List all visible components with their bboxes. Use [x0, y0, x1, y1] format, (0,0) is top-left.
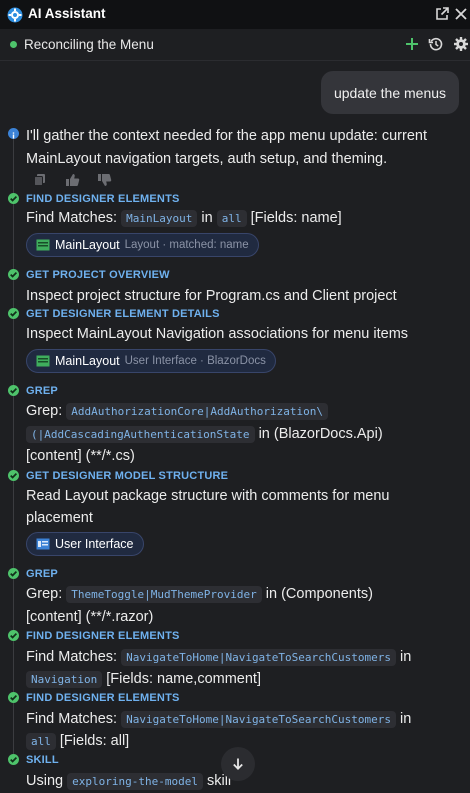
thumbs-up-icon[interactable] — [65, 173, 80, 187]
step-connector: in (BlazorDocs.Api) — [258, 426, 383, 442]
scroll-to-bottom-button[interactable] — [221, 747, 255, 781]
step-heading: FIND DESIGNER ELEMENTS — [26, 692, 180, 704]
step-description: Grep: ThemeToggle|MudThemeProvider in (C… — [26, 586, 373, 603]
step-description: placement — [26, 510, 93, 526]
code-term: all — [26, 733, 56, 750]
open-external-icon[interactable] — [434, 6, 450, 22]
code-term: Navigation — [26, 671, 103, 688]
code-term: all — [216, 210, 247, 227]
code-term: exploring-the-model — [67, 773, 203, 790]
arrow-down-icon — [233, 758, 243, 770]
status-dot — [10, 41, 17, 48]
app-title: AI Assistant — [28, 6, 106, 21]
assistant-message-line: MainLayout navigation targets, auth setu… — [26, 151, 388, 167]
step-prefix: Grep: — [26, 586, 63, 602]
conversation-header: Reconciling the Menu — [0, 29, 470, 61]
element-chip[interactable]: User Interface — [26, 532, 144, 556]
timeline-rail — [13, 139, 14, 195]
close-icon[interactable] — [453, 6, 469, 22]
step-heading: FIND DESIGNER ELEMENTS — [26, 193, 180, 205]
success-check-icon — [8, 692, 19, 703]
step-description: Find Matches: NavigateToHome|NavigateToS… — [26, 649, 412, 666]
step-connector: in — [400, 649, 412, 665]
conversation-title[interactable]: Reconciling the Menu — [24, 37, 154, 52]
plus-icon[interactable] — [404, 36, 420, 52]
step-description: Inspect MainLayout Navigation associatio… — [26, 326, 409, 342]
success-check-icon — [8, 568, 19, 579]
step-description: (|AddCascadingAuthenticationState in (Bl… — [26, 426, 383, 443]
step-heading: GREP — [26, 568, 58, 580]
history-icon[interactable] — [428, 36, 444, 52]
code-term: ThemeToggle|MudThemeProvider — [66, 586, 262, 603]
step-heading: SKILL — [26, 754, 59, 766]
user-message-text: update the menus — [333, 84, 447, 101]
step-prefix: Find Matches: — [26, 711, 118, 727]
step-connector: in — [400, 711, 412, 727]
timeline-rail — [13, 204, 14, 270]
success-check-icon — [8, 470, 19, 481]
timeline-rail — [13, 641, 14, 692]
step-description: [content] (**/*.cs) — [26, 448, 135, 464]
step-heading: GET PROJECT OVERVIEW — [26, 269, 170, 281]
code-term: NavigateToHome|NavigateToSearchCustomers — [121, 649, 397, 666]
code-term: MainLayout — [121, 210, 198, 227]
step-prefix: Using — [26, 773, 64, 789]
chip-meta: Layout · matched: name — [124, 239, 249, 251]
step-connector: in — [201, 210, 213, 226]
timeline-rail — [13, 703, 14, 754]
success-check-icon — [8, 193, 19, 204]
step-description: Grep: AddAuthorizationCore|AddAuthorizat… — [26, 403, 328, 420]
success-check-icon — [8, 754, 19, 765]
copy-icon[interactable] — [33, 173, 47, 187]
timeline-rail — [13, 318, 14, 386]
code-term: NavigateToHome|NavigateToSearchCustomers — [121, 711, 397, 728]
step-description: Read Layout package structure with comme… — [26, 488, 390, 504]
step-description: Inspect project structure for Program.cs… — [26, 288, 397, 304]
package-icon — [36, 538, 50, 550]
success-check-icon — [8, 630, 19, 641]
chip-meta: User Interface · BlazorDocs — [124, 355, 266, 367]
element-chip[interactable]: MainLayout User Interface · BlazorDocs — [26, 349, 276, 373]
gear-icon[interactable] — [453, 36, 469, 52]
step-prefix: Grep: — [26, 403, 63, 419]
assistant-message-line: I'll gather the context needed for the a… — [26, 128, 427, 144]
step-description: Navigation [Fields: name,comment] — [26, 671, 261, 688]
gear-logo-icon — [7, 7, 23, 23]
title-bar: AI Assistant — [0, 0, 470, 29]
chip-label: MainLayout — [55, 354, 120, 368]
code-term: AddAuthorizationCore|AddAuthorization\ — [66, 403, 328, 420]
step-heading: GREP — [26, 385, 58, 397]
step-heading: GET DESIGNER ELEMENT DETAILS — [26, 308, 220, 320]
step-description: Using exploring-the-model skill — [26, 773, 231, 790]
user-message: update the menus — [321, 71, 459, 114]
step-suffix: [Fields: all] — [59, 733, 130, 749]
step-heading: FIND DESIGNER ELEMENTS — [26, 630, 180, 642]
layout-icon — [36, 355, 50, 367]
step-connector: in (Components) — [265, 586, 373, 602]
step-suffix: [Fields: name] — [250, 210, 342, 226]
element-chip[interactable]: MainLayout Layout · matched: name — [26, 233, 259, 257]
step-description: Find Matches: NavigateToHome|NavigateToS… — [26, 711, 412, 728]
success-check-icon — [8, 269, 19, 280]
chip-label: MainLayout — [55, 238, 120, 252]
step-heading: GET DESIGNER MODEL STRUCTURE — [26, 470, 229, 482]
timeline-rail — [13, 579, 14, 630]
layout-icon — [36, 239, 50, 251]
thumbs-down-icon[interactable] — [97, 173, 112, 187]
success-check-icon — [8, 308, 19, 319]
success-check-icon — [8, 385, 19, 396]
timeline-rail — [13, 481, 14, 568]
step-prefix: Find Matches: — [26, 210, 118, 226]
step-description: Find Matches: MainLayout in all [Fields:… — [26, 210, 342, 227]
step-description: all [Fields: all] — [26, 733, 130, 750]
info-icon — [8, 128, 19, 139]
step-suffix: [Fields: name,comment] — [106, 671, 261, 687]
timeline-rail — [13, 396, 14, 472]
step-description: [content] (**/*.razor) — [26, 609, 154, 625]
code-term: (|AddCascadingAuthenticationState — [26, 426, 255, 443]
timeline-rail — [13, 280, 14, 308]
chip-label: User Interface — [55, 537, 134, 551]
step-prefix: Find Matches: — [26, 649, 118, 665]
